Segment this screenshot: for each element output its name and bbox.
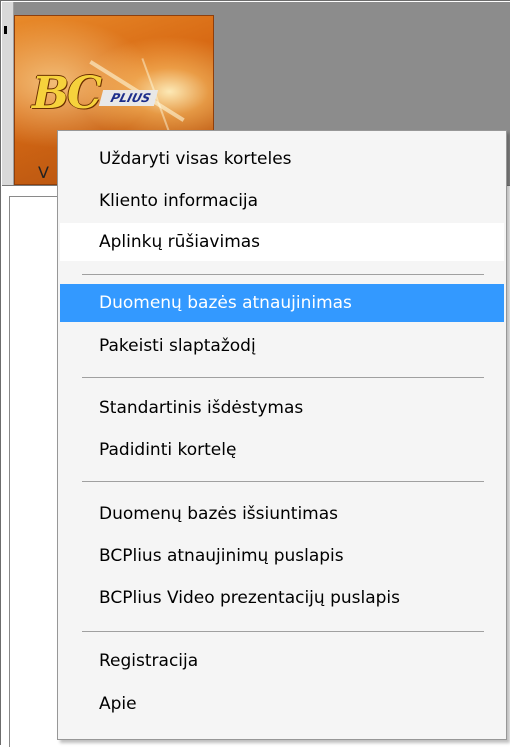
menu-separator <box>82 274 484 275</box>
menu-item-label: Pakeisti slaptažodį <box>99 336 256 356</box>
menu-item-environment-sorting[interactable]: Aplinkų rūšiavimas <box>60 223 504 261</box>
menu-item-label: Kliento informacija <box>99 191 259 211</box>
brand-plus-text: PLIUS <box>98 90 159 106</box>
menu-item-label: Duomenų bazės atnaujinimas <box>99 293 352 313</box>
menu-item-label: BCPlius Video prezentacijų puslapis <box>99 588 401 608</box>
menu-item-client-info[interactable]: Kliento informacija <box>60 182 504 220</box>
menu-item-database-export[interactable]: Duomenų bazės išsiuntimas <box>60 495 504 533</box>
menu-item-about[interactable]: Apie <box>60 685 504 723</box>
menu-separator <box>82 631 484 632</box>
menu-item-label: BCPlius atnaujinimų puslapis <box>99 546 344 566</box>
menu-item-database-update[interactable]: Duomenų bazės atnaujinimas <box>60 284 504 322</box>
brand-logo: BC PLIUS <box>32 72 159 116</box>
menu-item-enlarge-card[interactable]: Padidinti kortelę <box>60 431 504 469</box>
menu-item-standard-layout[interactable]: Standartinis išdėstymas <box>60 389 504 427</box>
menu-separator <box>82 481 484 482</box>
menu-item-registration[interactable]: Registracija <box>60 642 504 680</box>
menu-separator <box>82 377 484 378</box>
menu-item-label: Apie <box>99 694 137 714</box>
menu-item-label: Registracija <box>99 651 199 671</box>
edge-marker <box>4 26 7 34</box>
menu-item-close-all-cards[interactable]: Uždaryti visas korteles <box>60 140 504 178</box>
menu-item-label: Standartinis išdėstymas <box>99 398 304 418</box>
left-panel <box>9 196 58 747</box>
menu-item-updates-page[interactable]: BCPlius atnaujinimų puslapis <box>60 537 504 575</box>
brand-main-text: BC <box>32 68 102 119</box>
menu-item-change-password[interactable]: Pakeisti slaptažodį <box>60 327 504 365</box>
menu-item-label: Aplinkų rūšiavimas <box>99 232 261 252</box>
left-edge-bar <box>2 2 14 185</box>
menu-item-label: Duomenų bazės išsiuntimas <box>99 504 339 524</box>
tab-label: V <box>38 163 49 182</box>
app-window: BC PLIUS V Uždaryti visas korteles Klient… <box>0 0 510 747</box>
menu-item-label: Uždaryti visas korteles <box>99 149 292 169</box>
menu-item-video-presentations-page[interactable]: BCPlius Video prezentacijų puslapis <box>60 579 504 617</box>
context-menu: Uždaryti visas korteles Kliento informac… <box>57 130 507 740</box>
menu-item-label: Padidinti kortelę <box>99 440 237 460</box>
